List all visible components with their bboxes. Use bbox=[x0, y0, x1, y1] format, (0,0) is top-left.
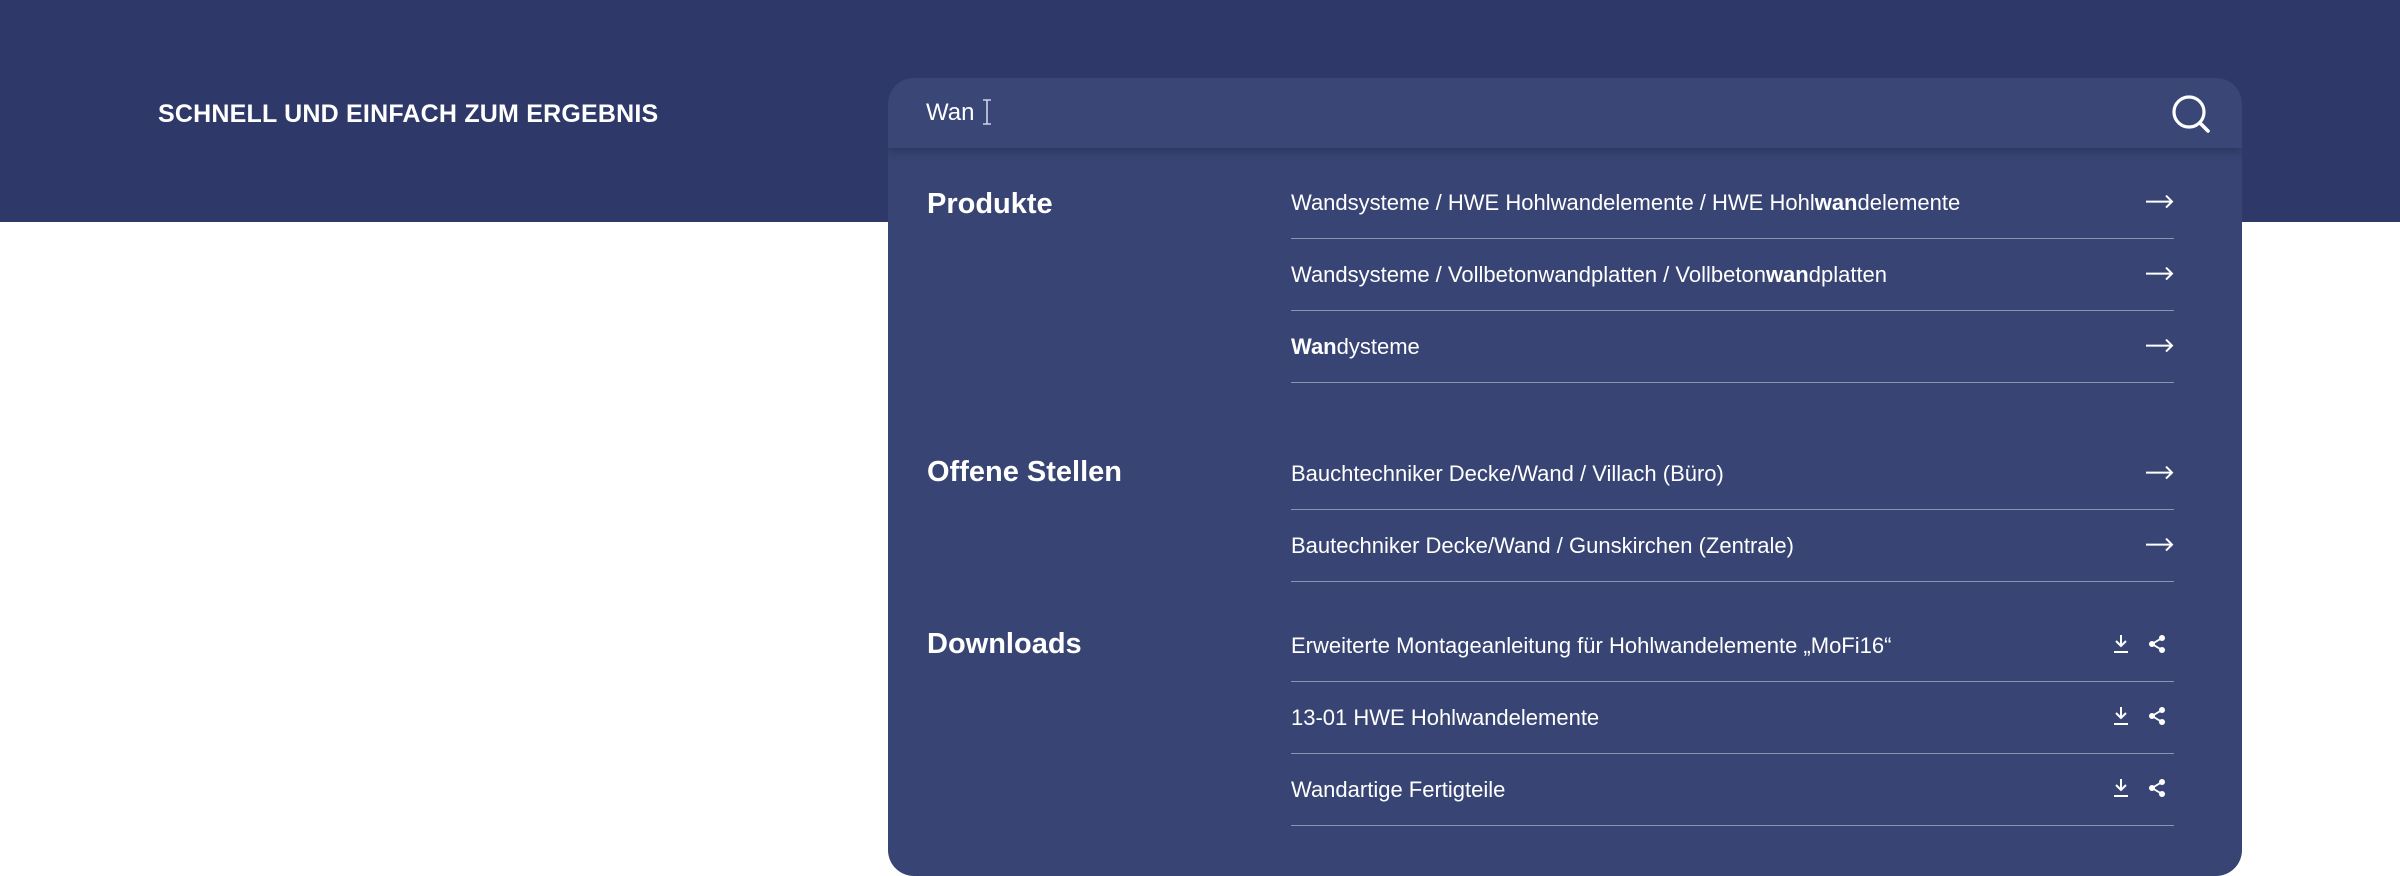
share-icon[interactable] bbox=[2148, 778, 2166, 798]
search-icon[interactable] bbox=[2171, 94, 2211, 134]
download-icon[interactable] bbox=[2112, 778, 2130, 798]
result-label: Bautechniker Decke/Wand / Gunskirchen (Z… bbox=[1291, 532, 1794, 558]
share-icon[interactable] bbox=[2148, 706, 2166, 726]
result-label: Erweiterte Montageanleitung für Hohlwand… bbox=[1291, 632, 1892, 658]
download-actions bbox=[2112, 706, 2166, 726]
search-panel: Produkte Wandsysteme / HWE Hohlwandeleme… bbox=[888, 78, 2242, 876]
result-label: Wandartige Fertigteile bbox=[1291, 776, 1506, 802]
result-row[interactable]: Erweiterte Montageanleitung für Hohlwand… bbox=[1291, 610, 2174, 682]
result-row[interactable]: Wandsysteme / Vollbetonwandplatten / Vol… bbox=[1291, 239, 2174, 311]
result-label: 13-01 HWE Hohlwandelemente bbox=[1291, 704, 1600, 730]
search-bar bbox=[888, 78, 2242, 148]
download-icon[interactable] bbox=[2112, 634, 2130, 654]
result-row[interactable]: Wandysteme bbox=[1291, 311, 2174, 383]
text-cursor-icon bbox=[983, 99, 991, 125]
arrow-right-icon bbox=[2146, 338, 2174, 352]
result-label: Wandsysteme / HWE Hohlwandelemente / HWE… bbox=[1291, 189, 1961, 215]
download-icon[interactable] bbox=[2112, 706, 2130, 726]
group-title-offene-stellen: Offene Stellen bbox=[927, 456, 1122, 488]
group-title-downloads: Downloads bbox=[927, 628, 1082, 660]
arrow-right-icon bbox=[2146, 194, 2174, 208]
download-actions bbox=[2112, 634, 2166, 654]
share-icon[interactable] bbox=[2148, 634, 2166, 654]
arrow-right-icon bbox=[2146, 266, 2174, 280]
arrow-right-icon bbox=[2146, 465, 2174, 479]
result-label: Wandsysteme / Vollbetonwandplatten / Vol… bbox=[1291, 261, 1888, 287]
download-actions bbox=[2112, 778, 2166, 798]
group-title-produkte: Produkte bbox=[927, 188, 1053, 220]
result-row[interactable]: Bauchtechniker Decke/Wand / Villach (Bür… bbox=[1291, 438, 2174, 510]
tagline: SCHNELL UND EINFACH ZUM ERGEBNIS bbox=[158, 100, 659, 128]
arrow-right-icon bbox=[2146, 537, 2174, 551]
search-input[interactable] bbox=[926, 90, 2106, 136]
result-label: Bauchtechniker Decke/Wand / Villach (Bür… bbox=[1291, 460, 1724, 486]
result-row[interactable]: Wandartige Fertigteile bbox=[1291, 754, 2174, 826]
result-row[interactable]: 13-01 HWE Hohlwandelemente bbox=[1291, 682, 2174, 754]
result-row[interactable]: Bautechniker Decke/Wand / Gunskirchen (Z… bbox=[1291, 510, 2174, 582]
result-label: Wandysteme bbox=[1291, 333, 1420, 359]
result-row[interactable]: Wandsysteme / HWE Hohlwandelemente / HWE… bbox=[1291, 167, 2174, 239]
